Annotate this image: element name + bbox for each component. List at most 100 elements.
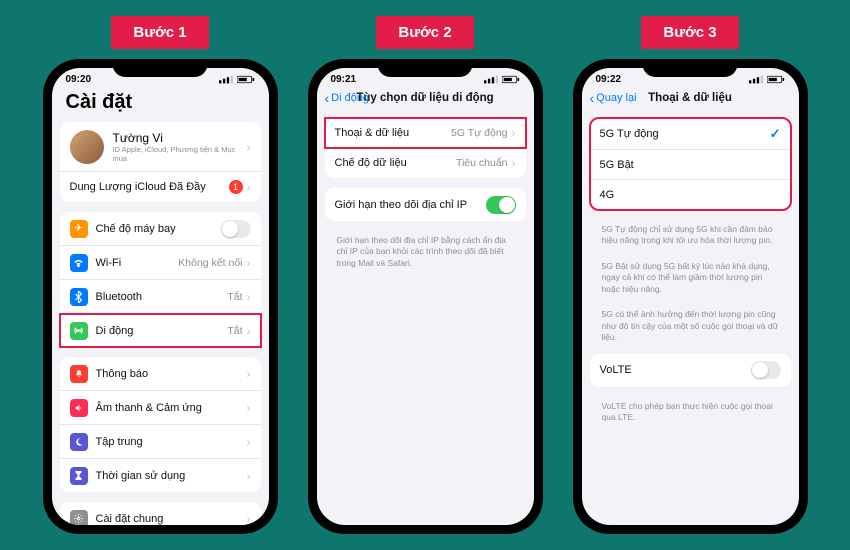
general-row[interactable]: Cài đặt chung › bbox=[60, 502, 261, 525]
chevron-right-icon: › bbox=[247, 512, 251, 526]
voice-data-row[interactable]: Thoại & dữ liệu 5G Tự động › bbox=[325, 118, 526, 148]
focus-row[interactable]: Tập trung › bbox=[60, 425, 261, 459]
nav-bar: ‹ Di động Tùy chọn dữ liệu di động bbox=[317, 87, 534, 110]
notch bbox=[113, 59, 208, 77]
phone-frame-3: 09:22 ‹ Quay lại Thoại & dữ liệu 5G Tự đ… bbox=[573, 59, 808, 534]
chevron-right-icon: › bbox=[247, 367, 251, 381]
note-5g-auto: 5G Tự động chỉ sử dụng 5G khi cần đảm bả… bbox=[590, 220, 791, 257]
chevron-right-icon: › bbox=[512, 156, 516, 170]
page-title: Cài đặt bbox=[52, 87, 269, 122]
option-4g[interactable]: 4G bbox=[590, 180, 791, 210]
volte-label: VoLTE bbox=[600, 364, 751, 376]
status-indicators bbox=[749, 75, 785, 84]
icloud-storage-row[interactable]: Dung Lượng iCloud Đã Đầy 1 › bbox=[60, 172, 261, 202]
back-label: Quay lại bbox=[596, 92, 636, 104]
status-indicators bbox=[219, 75, 255, 84]
bluetooth-row[interactable]: Bluetooth Tắt › bbox=[60, 280, 261, 314]
back-button[interactable]: ‹ Di động bbox=[325, 90, 370, 106]
volte-row[interactable]: VoLTE bbox=[590, 354, 791, 387]
chevron-right-icon: › bbox=[247, 180, 251, 194]
nav-title: Thoại & dữ liệu bbox=[648, 92, 732, 104]
avatar bbox=[70, 130, 104, 164]
ip-footnote: Giới hạn theo dõi địa chỉ IP bằng cách ẩ… bbox=[325, 231, 526, 279]
bluetooth-icon bbox=[70, 288, 88, 306]
data-mode-row[interactable]: Chế độ dữ liệu Tiêu chuẩn › bbox=[325, 148, 526, 178]
option-5g-auto[interactable]: 5G Tự động ✓ bbox=[590, 118, 791, 150]
airplane-icon: ✈ bbox=[70, 220, 88, 238]
cellular-label: Di động bbox=[96, 325, 228, 337]
screen-cellular-options: 09:21 ‹ Di động Tùy chọn dữ liệu di động… bbox=[317, 68, 534, 525]
back-label: Di động bbox=[331, 92, 369, 104]
sound-row[interactable]: Âm thanh & Cảm ứng › bbox=[60, 391, 261, 425]
chevron-right-icon: › bbox=[247, 290, 251, 304]
volte-toggle[interactable] bbox=[751, 361, 781, 379]
bell-icon bbox=[70, 365, 88, 383]
wifi-value: Không kết nối bbox=[178, 257, 242, 269]
ip-limit-toggle[interactable] bbox=[486, 196, 516, 214]
screentime-label: Thời gian sử dụng bbox=[96, 470, 247, 482]
airplane-label: Chế độ máy bay bbox=[96, 223, 221, 235]
phone-frame-1: 09:20 Cài đặt Tường Vi ID Apple, iCloud,… bbox=[43, 59, 278, 534]
profile-row[interactable]: Tường Vi ID Apple, iCloud, Phương tiện &… bbox=[60, 122, 261, 172]
checkmark-icon: ✓ bbox=[770, 126, 781, 142]
general-label: Cài đặt chung bbox=[96, 513, 247, 525]
notch bbox=[378, 59, 473, 77]
opt-label: 5G Tự động bbox=[600, 128, 770, 140]
status-time: 09:21 bbox=[331, 74, 357, 85]
airplane-row[interactable]: ✈ Chế độ máy bay bbox=[60, 212, 261, 246]
status-time: 09:22 bbox=[596, 74, 622, 85]
chevron-right-icon: › bbox=[512, 126, 516, 140]
chevron-right-icon: › bbox=[247, 435, 251, 449]
volte-note: VoLTE cho phép bạn thực hiện cuộc gọi th… bbox=[590, 397, 791, 434]
voice-data-value: 5G Tự động bbox=[451, 127, 507, 139]
note-5g-general: 5G có thể ảnh hưởng đến thời lượng pin c… bbox=[590, 305, 791, 353]
hourglass-icon bbox=[70, 467, 88, 485]
chevron-right-icon: › bbox=[247, 401, 251, 415]
voice-data-label: Thoại & dữ liệu bbox=[335, 127, 452, 139]
cellular-row[interactable]: Di động Tắt › bbox=[60, 314, 261, 347]
wifi-row[interactable]: Wi-Fi Không kết nối › bbox=[60, 246, 261, 280]
ip-limit-row[interactable]: Giới hạn theo dõi địa chỉ IP bbox=[325, 188, 526, 221]
chevron-left-icon: ‹ bbox=[325, 90, 330, 106]
phone-frame-2: 09:21 ‹ Di động Tùy chọn dữ liệu di động… bbox=[308, 59, 543, 534]
profile-name: Tường Vi bbox=[113, 131, 247, 145]
focus-label: Tập trung bbox=[96, 436, 247, 448]
step-1-badge: Bước 1 bbox=[111, 16, 208, 49]
moon-icon bbox=[70, 433, 88, 451]
back-button[interactable]: ‹ Quay lại bbox=[590, 90, 637, 106]
notif-label: Thông báo bbox=[96, 368, 247, 380]
nav-bar: ‹ Quay lại Thoại & dữ liệu bbox=[582, 87, 799, 110]
cellular-icon bbox=[70, 322, 88, 340]
data-mode-label: Chế độ dữ liệu bbox=[335, 157, 456, 169]
status-indicators bbox=[484, 75, 520, 84]
ip-limit-label: Giới hạn theo dõi địa chỉ IP bbox=[335, 199, 486, 211]
chevron-right-icon: › bbox=[247, 469, 251, 483]
chevron-right-icon: › bbox=[247, 256, 251, 270]
step-2-badge: Bước 2 bbox=[376, 16, 473, 49]
wifi-label: Wi-Fi bbox=[96, 257, 179, 269]
notifications-row[interactable]: Thông báo › bbox=[60, 357, 261, 391]
status-time: 09:20 bbox=[66, 74, 92, 85]
icloud-label: Dung Lượng iCloud Đã Đầy bbox=[70, 181, 229, 193]
nav-title: Tùy chọn dữ liệu di động bbox=[356, 92, 493, 104]
chevron-right-icon: › bbox=[247, 140, 251, 154]
chevron-left-icon: ‹ bbox=[590, 90, 595, 106]
option-5g-on[interactable]: 5G Bật bbox=[590, 150, 791, 180]
gear-icon bbox=[70, 510, 88, 526]
screentime-row[interactable]: Thời gian sử dụng › bbox=[60, 459, 261, 492]
notch bbox=[643, 59, 738, 77]
screen-voice-data: 09:22 ‹ Quay lại Thoại & dữ liệu 5G Tự đ… bbox=[582, 68, 799, 525]
cellular-value: Tắt bbox=[227, 325, 242, 337]
note-5g-on: 5G Bật sử dụng 5G bất kỳ lúc nào khả dụn… bbox=[590, 257, 791, 305]
speaker-icon bbox=[70, 399, 88, 417]
bluetooth-value: Tắt bbox=[227, 291, 242, 303]
wifi-icon bbox=[70, 254, 88, 272]
sound-label: Âm thanh & Cảm ứng bbox=[96, 402, 247, 414]
chevron-right-icon: › bbox=[247, 324, 251, 338]
airplane-toggle[interactable] bbox=[221, 220, 251, 238]
step-3-badge: Bước 3 bbox=[641, 16, 738, 49]
profile-sub: ID Apple, iCloud, Phương tiện & Mục mua bbox=[113, 145, 247, 163]
opt-label: 4G bbox=[600, 189, 781, 201]
badge-count: 1 bbox=[229, 180, 243, 194]
bluetooth-label: Bluetooth bbox=[96, 291, 228, 303]
